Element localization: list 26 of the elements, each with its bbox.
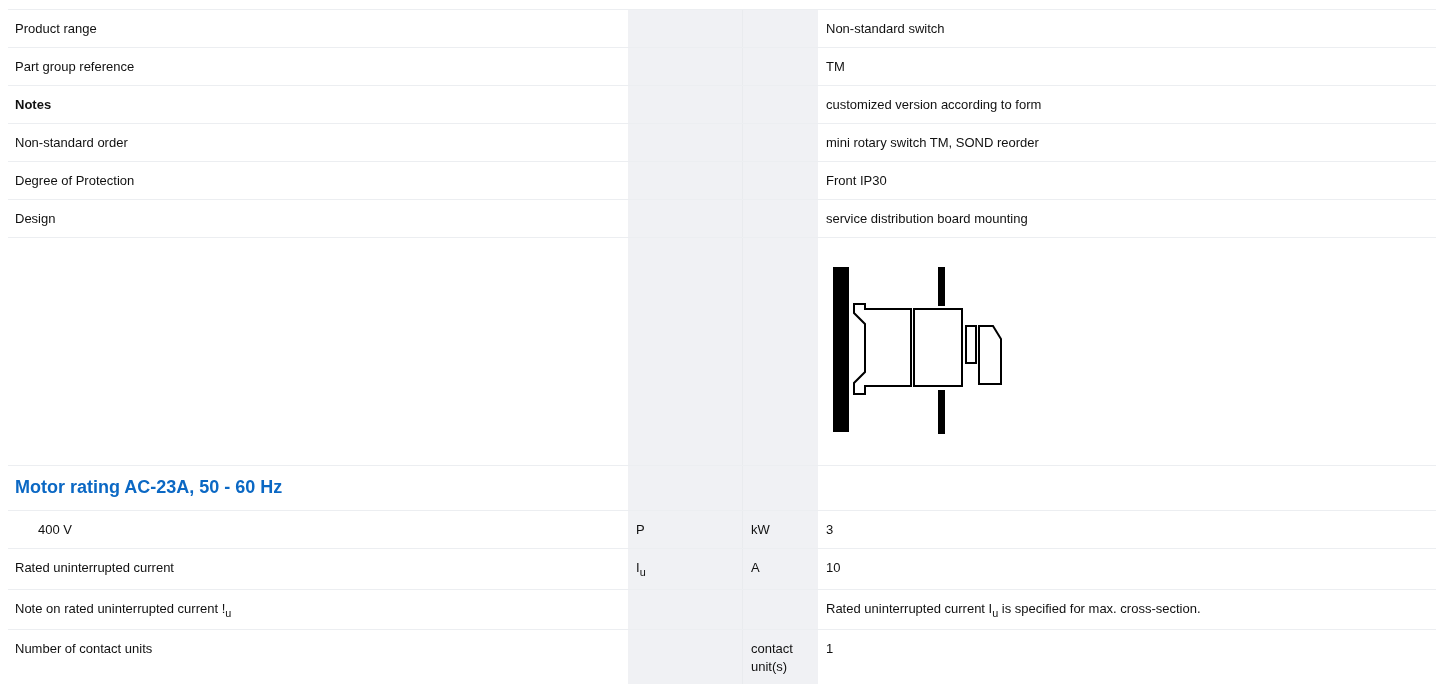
symbol-cell: P (628, 511, 742, 548)
property-label: Rated uninterrupted current (15, 560, 174, 575)
section-heading: Motor rating AC-23A, 50 - 60 Hz (15, 477, 283, 497)
property-value: service distribution board mounting (826, 211, 1028, 226)
property-label: Part group reference (15, 59, 135, 74)
unit-cell: A (742, 549, 818, 589)
property-value: Front IP30 (826, 173, 887, 188)
property-label: Note on rated uninterrupted current !$_{u}$ (15, 600, 232, 616)
property-value: 10 (826, 560, 841, 575)
property-label: 400 V (38, 522, 72, 537)
property-label: Number of contact units (15, 641, 153, 657)
property-label: Notes (15, 97, 52, 112)
property-value: 1 (826, 641, 834, 657)
property-label: Product range (15, 21, 97, 36)
symbol-cell: I$_{u}$ (628, 549, 742, 589)
property-label: Degree of Protection (15, 173, 135, 188)
property-label: Design (15, 211, 56, 226)
property-value: Non-standard switch (826, 21, 945, 36)
property-value: TM (826, 59, 845, 74)
unit-cell: contact unit(s) (742, 630, 818, 685)
property-value: 3 (826, 522, 834, 537)
property-value: mini rotary switch TM, SOND reorder (826, 135, 1039, 150)
property-label: Non-standard order (15, 135, 128, 150)
property-value: Rated uninterrupted current I$_{u}$ is specified for max. cross-section. (826, 600, 1201, 616)
property-value: customized version according to form (826, 97, 1042, 112)
unit-cell: kW (742, 511, 818, 548)
